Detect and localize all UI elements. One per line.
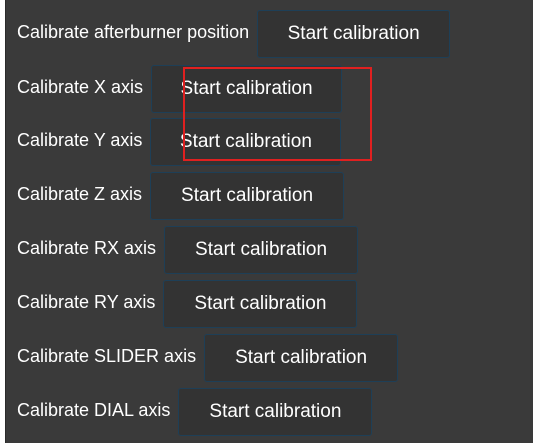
calibration-label: Calibrate Y axis — [17, 130, 143, 150]
calibration-label: Calibrate Z axis — [17, 184, 143, 204]
start-calibration-z-axis-button[interactable]: Start calibration — [150, 172, 345, 220]
calibration-label: Calibrate RX axis — [17, 238, 157, 258]
calibration-row-ry-axis: Calibrate RY axis Start calibration — [17, 280, 358, 328]
calibration-label: Calibrate DIAL axis — [17, 400, 171, 420]
start-calibration-y-axis-button[interactable]: Start calibration — [150, 118, 342, 166]
calibration-label: Calibrate SLIDER axis — [17, 346, 197, 366]
start-calibration-rx-axis-button[interactable]: Start calibration — [164, 226, 359, 274]
start-calibration-afterburner-button[interactable]: Start calibration — [257, 10, 451, 58]
calibration-row-slider-axis: Calibrate SLIDER axis Start calibration — [17, 334, 399, 382]
calibration-label: Calibrate afterburner position — [17, 22, 250, 42]
start-calibration-x-axis-button[interactable]: Start calibration — [151, 65, 343, 113]
calibration-row-rx-axis: Calibrate RX axis Start calibration — [17, 226, 359, 274]
calibration-row-x-axis: Calibrate X axis Start calibration — [17, 65, 343, 113]
calibration-row-z-axis: Calibrate Z axis Start calibration — [17, 172, 345, 220]
start-calibration-ry-axis-button[interactable]: Start calibration — [163, 280, 358, 328]
calibration-row-y-axis: Calibrate Y axis Start calibration — [17, 118, 342, 166]
calibration-row-afterburner: Calibrate afterburner position Start cal… — [17, 10, 451, 58]
calibration-label: Calibrate RY axis — [17, 292, 156, 312]
start-calibration-dial-axis-button[interactable]: Start calibration — [178, 388, 373, 436]
calibration-row-dial-axis: Calibrate DIAL axis Start calibration — [17, 388, 373, 436]
calibration-label: Calibrate X axis — [17, 77, 144, 97]
start-calibration-slider-axis-button[interactable]: Start calibration — [204, 334, 399, 382]
